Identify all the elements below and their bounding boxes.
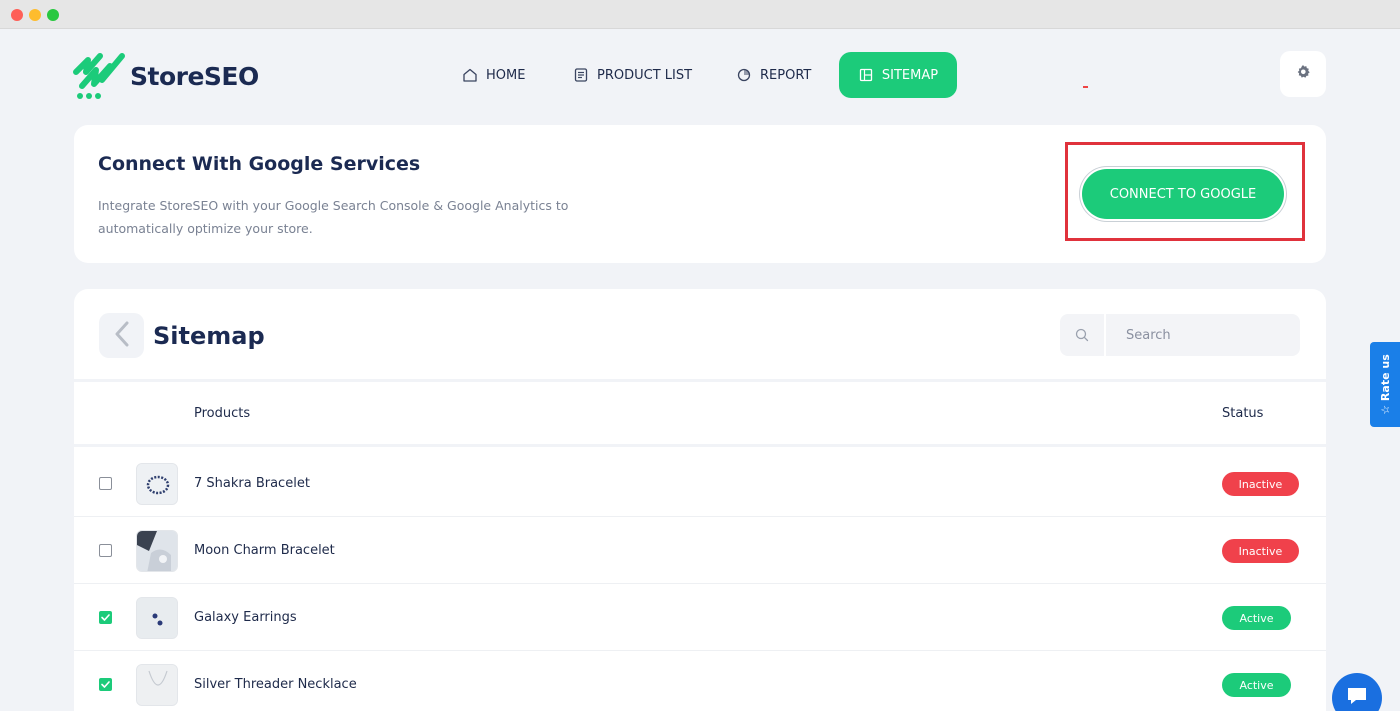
chat-button[interactable] bbox=[1332, 673, 1382, 711]
connect-google-card: Connect With Google Services Integrate S… bbox=[74, 125, 1326, 263]
sitemap-card: Sitemap Products Status 7 Shakra Bracele… bbox=[74, 289, 1326, 711]
column-header-status: Status bbox=[1222, 406, 1264, 421]
status-badge: Active bbox=[1222, 606, 1291, 630]
row-checkbox[interactable] bbox=[99, 544, 112, 557]
window-close-button[interactable] bbox=[11, 9, 23, 21]
rate-us-label: ☆ Rate us bbox=[1378, 354, 1392, 415]
storeseo-logo-icon bbox=[73, 53, 125, 99]
table-header: Products Status bbox=[74, 379, 1326, 447]
column-header-products: Products bbox=[194, 406, 251, 421]
product-name: 7 Shakra Bracelet bbox=[194, 476, 310, 491]
back-button[interactable] bbox=[99, 313, 144, 358]
chevron-left-icon bbox=[114, 321, 130, 351]
nav-report-label: REPORT bbox=[760, 67, 812, 83]
nav-home-label: HOME bbox=[486, 67, 526, 83]
rate-us-tab[interactable]: ☆ Rate us bbox=[1370, 342, 1400, 427]
search-box[interactable] bbox=[1060, 314, 1300, 356]
nav-home[interactable]: HOME bbox=[462, 52, 525, 98]
settings-button[interactable] bbox=[1280, 51, 1326, 97]
product-thumbnail bbox=[136, 530, 178, 572]
nav-product-list-label: PRODUCT LIST bbox=[597, 67, 693, 83]
checkmark-icon bbox=[101, 681, 110, 688]
rate-us-text: Rate us bbox=[1378, 354, 1392, 402]
nav-sitemap-label: SITEMAP bbox=[881, 67, 939, 83]
brand-logo[interactable]: StoreSEO bbox=[72, 50, 259, 102]
report-icon bbox=[736, 67, 752, 83]
connect-title: Connect With Google Services bbox=[98, 153, 421, 175]
row-checkbox[interactable] bbox=[99, 611, 112, 624]
status-badge: Inactive bbox=[1222, 472, 1299, 496]
status-badge: Active bbox=[1222, 673, 1291, 697]
table-row: Silver Threader Necklace Active bbox=[74, 651, 1326, 711]
brand-name: StoreSEO bbox=[130, 61, 259, 91]
list-icon bbox=[573, 67, 589, 83]
row-checkbox[interactable] bbox=[99, 477, 112, 490]
connect-to-google-button[interactable]: CONNECT TO GOOGLE bbox=[1082, 169, 1284, 219]
nav-product-list[interactable]: PRODUCT LIST bbox=[573, 52, 692, 98]
status-badge: Inactive bbox=[1222, 539, 1299, 563]
nav-report[interactable]: REPORT bbox=[736, 52, 811, 98]
product-thumbnail bbox=[136, 463, 178, 505]
nav-sitemap[interactable]: SITEMAP bbox=[839, 52, 957, 98]
page-title: Sitemap bbox=[153, 322, 265, 350]
sitemap-icon bbox=[858, 67, 874, 83]
home-icon bbox=[462, 67, 478, 83]
product-name: Silver Threader Necklace bbox=[194, 677, 357, 692]
product-name: Moon Charm Bracelet bbox=[194, 543, 335, 558]
window-maximize-button[interactable] bbox=[47, 9, 59, 21]
connect-description: Integrate StoreSEO with your Google Sear… bbox=[98, 198, 569, 236]
checkmark-icon bbox=[101, 614, 110, 621]
window-minimize-button[interactable] bbox=[29, 9, 41, 21]
table-row: Galaxy Earrings Active bbox=[74, 584, 1326, 651]
product-name: Galaxy Earrings bbox=[194, 610, 297, 625]
decorative-mark bbox=[1083, 86, 1088, 88]
row-checkbox[interactable] bbox=[99, 678, 112, 691]
table-row: 7 Shakra Bracelet Inactive bbox=[74, 450, 1326, 517]
table-row: Moon Charm Bracelet Inactive bbox=[74, 517, 1326, 584]
product-thumbnail bbox=[136, 664, 178, 706]
chat-icon bbox=[1346, 686, 1368, 710]
product-thumbnail bbox=[136, 597, 178, 639]
gear-icon bbox=[1295, 64, 1311, 84]
search-icon bbox=[1060, 314, 1106, 356]
window-titlebar bbox=[0, 0, 1400, 29]
search-input[interactable] bbox=[1126, 327, 1286, 343]
